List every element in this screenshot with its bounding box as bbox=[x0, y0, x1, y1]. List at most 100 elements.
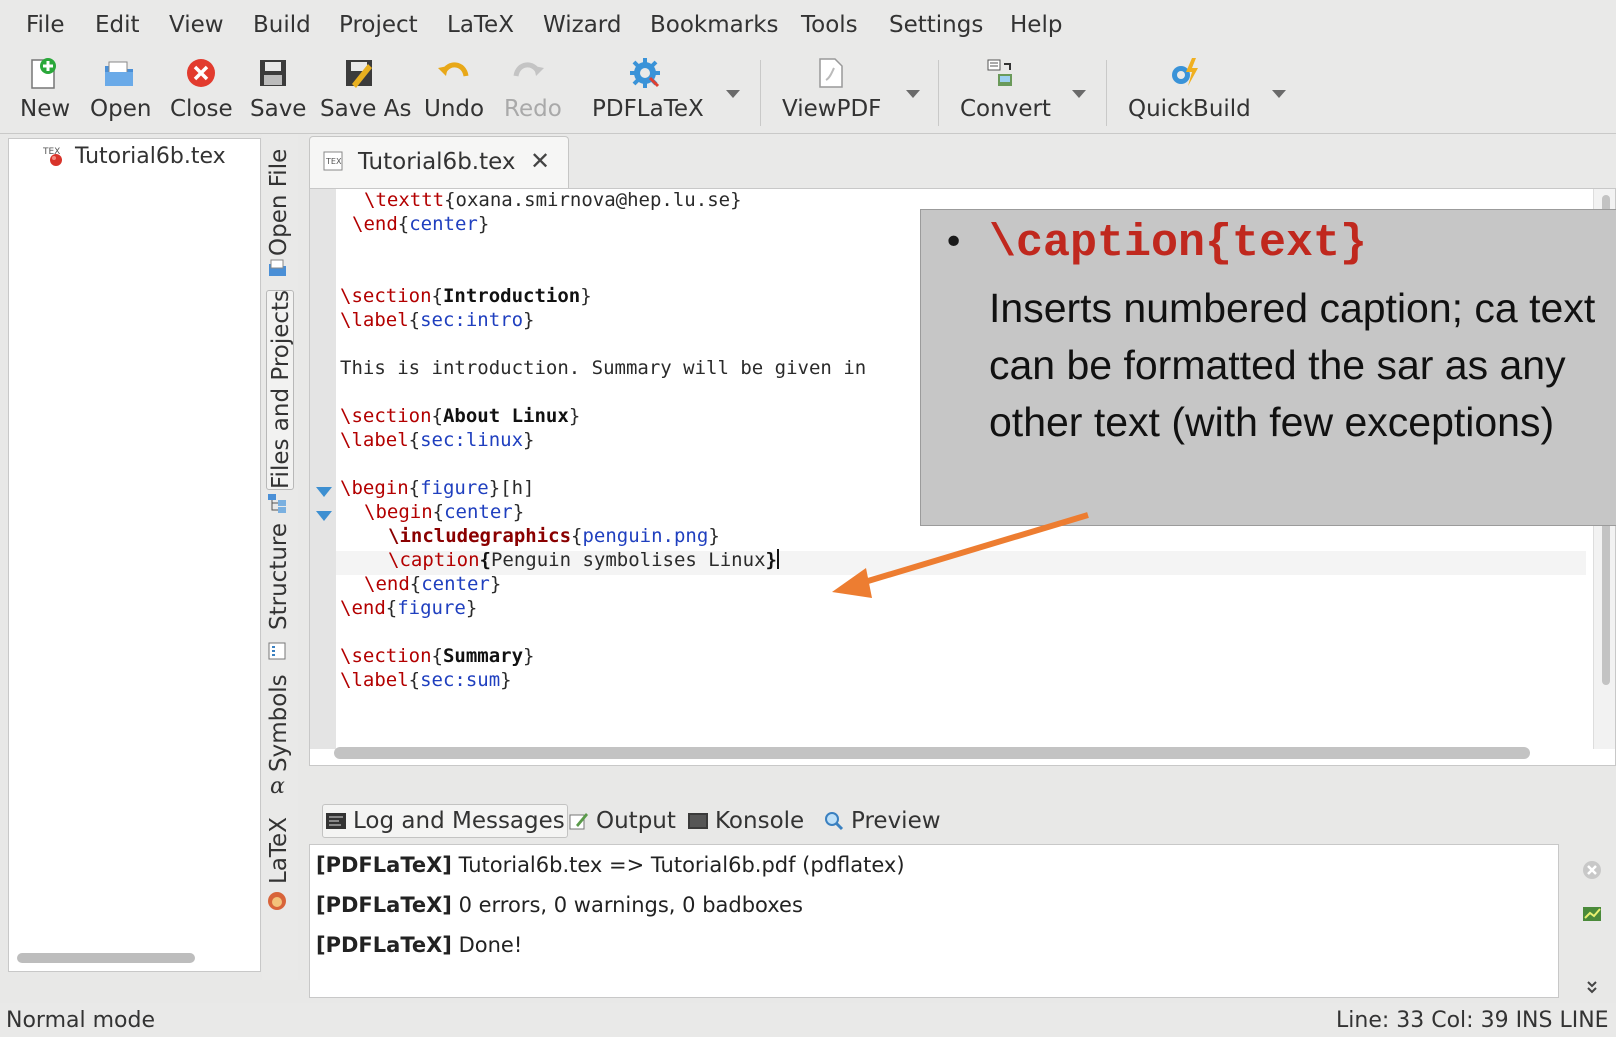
log-line: [PDFLaTeX] 0 errors, 0 warnings, 0 badbo… bbox=[316, 893, 803, 917]
tab-files-and-projects[interactable]: Files and Projects bbox=[266, 290, 294, 490]
menu-tools[interactable]: Tools bbox=[801, 12, 858, 38]
main-toolbar: New Open Close Save Save As Undo Redo PD… bbox=[0, 52, 1616, 134]
expand-down-icon[interactable] bbox=[1580, 976, 1604, 1000]
redo-button[interactable]: Redo bbox=[502, 52, 564, 132]
code-line: \includegraphics{penguin.png} bbox=[388, 525, 720, 547]
line-gutter bbox=[310, 189, 336, 749]
tab-log-and-messages[interactable]: Log and Messages bbox=[322, 804, 568, 838]
log-line: [PDFLaTeX] Tutorial6b.tex => Tutorial6b.… bbox=[316, 853, 905, 877]
close-tab-icon[interactable]: ✕ bbox=[530, 147, 550, 175]
code-line: \section{About Linux} bbox=[340, 405, 581, 427]
menu-bookmarks[interactable]: Bookmarks bbox=[650, 12, 779, 38]
cursor-position: Line: 33 Col: 39 INS LINE bbox=[1336, 1008, 1609, 1033]
log-graph-icon[interactable] bbox=[1580, 902, 1604, 926]
undo-button[interactable]: Undo bbox=[422, 52, 486, 132]
convert-button[interactable]: Convert bbox=[958, 52, 1088, 132]
project-tree-icon bbox=[268, 494, 286, 513]
code-line: \caption{Penguin symbolises Linux} bbox=[388, 549, 779, 571]
code-line: \section{Summary} bbox=[340, 645, 535, 667]
menu-view[interactable]: View bbox=[169, 12, 224, 38]
quickbuild-gear-icon bbox=[1172, 58, 1198, 86]
toolbar-separator bbox=[1106, 60, 1107, 126]
close-button[interactable]: Close bbox=[170, 52, 234, 132]
status-bar: Normal mode Line: 33 Col: 39 INS LINE bbox=[0, 1003, 1616, 1037]
save-disk-icon bbox=[260, 60, 286, 86]
new-file-icon bbox=[31, 58, 56, 89]
menu-build[interactable]: Build bbox=[253, 12, 311, 38]
viewpdf-dropdown-arrow[interactable] bbox=[906, 90, 920, 98]
menu-bar: File Edit View Build Project LaTeX Wizar… bbox=[0, 0, 1616, 52]
tab-tutorial6b[interactable]: TEX Tutorial6b.tex ✕ bbox=[309, 136, 569, 188]
code-line: \end{center} bbox=[352, 213, 490, 235]
log-line: [PDFLaTeX] Done! bbox=[316, 933, 523, 957]
editor-mode: Normal mode bbox=[6, 1008, 155, 1033]
code-line: \begin{figure}[h] bbox=[340, 477, 535, 499]
undo-arrow-icon bbox=[438, 62, 469, 77]
log-terminal-icon bbox=[326, 813, 346, 829]
callout-description: Inserts numbered caption; ca text can be… bbox=[989, 285, 1596, 445]
save-as-icon bbox=[346, 60, 372, 88]
code-line: \texttt{oxana.smirnova@hep.lu.se} bbox=[364, 189, 742, 211]
tab-preview[interactable]: Preview bbox=[823, 804, 941, 838]
svg-text:TEX: TEX bbox=[325, 157, 342, 166]
menu-project[interactable]: Project bbox=[339, 12, 418, 38]
convert-dropdown-arrow[interactable] bbox=[1072, 90, 1086, 98]
message-tab-bar: Log and Messages Output Konsole Preview bbox=[309, 800, 1616, 842]
save-as-button[interactable]: Save As bbox=[320, 52, 411, 132]
fold-marker-icon[interactable] bbox=[316, 511, 332, 521]
menu-latex[interactable]: LaTeX bbox=[447, 12, 514, 38]
alpha-symbol-icon: α bbox=[270, 774, 285, 799]
structure-icon bbox=[268, 642, 286, 660]
toolbar-separator bbox=[938, 60, 939, 126]
close-circle-icon bbox=[187, 59, 215, 87]
tree-item-tutorial6b[interactable]: TEX Tutorial6b.tex bbox=[43, 141, 226, 171]
files-panel-scrollbar[interactable] bbox=[17, 953, 195, 963]
konsole-icon bbox=[688, 813, 708, 829]
callout-command: \caption{text} bbox=[989, 218, 1368, 269]
code-line: \label{sec:sum} bbox=[340, 669, 512, 691]
toolbar-separator bbox=[760, 60, 761, 126]
text-caret bbox=[776, 549, 779, 569]
tab-output[interactable]: Output bbox=[568, 804, 676, 838]
viewpdf-button[interactable]: ViewPDF bbox=[780, 52, 930, 132]
output-icon bbox=[569, 813, 588, 830]
save-button[interactable]: Save bbox=[248, 52, 306, 132]
editor-tab-bar: TEX Tutorial6b.tex ✕ bbox=[309, 134, 1616, 188]
convert-icon bbox=[987, 59, 1012, 86]
annotation-callout: • \caption{text} Inserts numbered captio… bbox=[920, 209, 1616, 526]
log-panel: [PDFLaTeX] Tutorial6b.tex => Tutorial6b.… bbox=[309, 844, 1559, 998]
code-line: \end{figure} bbox=[340, 597, 478, 619]
code-line: This is introduction. Summary will be gi… bbox=[340, 357, 867, 379]
code-line: \label{sec:intro} bbox=[340, 309, 535, 331]
menu-wizard[interactable]: Wizard bbox=[543, 12, 621, 38]
tex-file-icon: TEX bbox=[43, 147, 62, 166]
editor-horizontal-scrollbar[interactable] bbox=[334, 747, 1530, 759]
code-line: \end{center} bbox=[364, 573, 502, 595]
code-line: \begin{center} bbox=[364, 501, 525, 523]
tex-document-icon: TEX bbox=[323, 151, 343, 171]
tab-konsole[interactable]: Konsole bbox=[687, 804, 804, 838]
code-line: \label{sec:linux} bbox=[340, 429, 535, 451]
open-button[interactable]: Open bbox=[88, 52, 152, 132]
side-tab-bar: Open File Files and Projects Structure S… bbox=[262, 134, 298, 980]
new-button[interactable]: New bbox=[18, 52, 72, 132]
open-folder-icon bbox=[105, 61, 133, 86]
files-panel: TEX Tutorial6b.tex bbox=[8, 138, 261, 972]
tab-open-file[interactable]: Open File bbox=[266, 144, 294, 256]
tab-structure[interactable]: Structure bbox=[266, 523, 294, 632]
quickbuild-button[interactable]: QuickBuild bbox=[1126, 52, 1296, 132]
menu-help[interactable]: Help bbox=[1010, 12, 1062, 38]
tab-symbols[interactable]: Symbols bbox=[266, 674, 294, 774]
menu-edit[interactable]: Edit bbox=[95, 12, 140, 38]
latex-lion-icon bbox=[268, 892, 286, 910]
pdflatex-dropdown-arrow[interactable] bbox=[726, 90, 740, 98]
fold-marker-icon[interactable] bbox=[316, 487, 332, 497]
quickbuild-dropdown-arrow[interactable] bbox=[1272, 90, 1286, 98]
clear-log-icon[interactable] bbox=[1580, 858, 1604, 882]
pdf-document-icon bbox=[819, 58, 843, 88]
menu-settings[interactable]: Settings bbox=[889, 12, 983, 38]
menu-file[interactable]: File bbox=[26, 12, 65, 38]
tab-latex[interactable]: LaTeX bbox=[266, 814, 294, 886]
redo-arrow-icon bbox=[513, 62, 544, 77]
pdflatex-button[interactable]: PDFLaTeX bbox=[590, 52, 750, 132]
